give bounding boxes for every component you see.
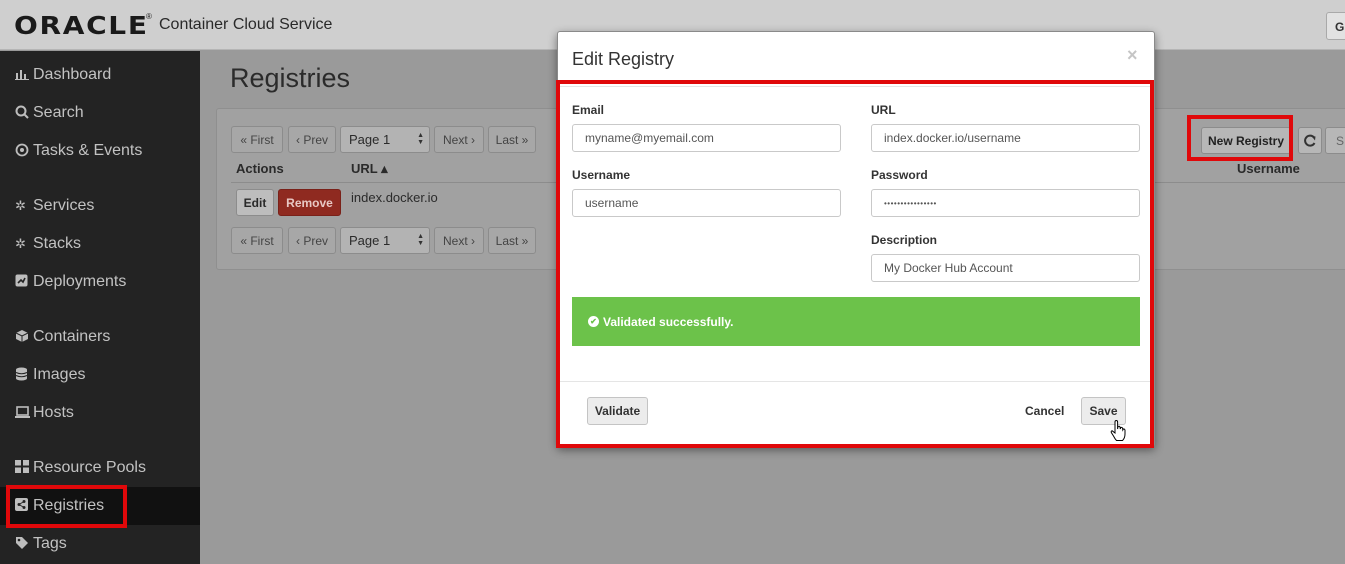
sidebar-item-label: Hosts	[33, 404, 74, 421]
pager-next-button[interactable]: Next ›	[434, 227, 484, 254]
edit-button[interactable]: Edit	[236, 189, 274, 216]
sidebar-item-images[interactable]: Images	[0, 356, 200, 394]
highlight-modal-form	[556, 80, 1154, 448]
sidebar-item-tasks-events[interactable]: Tasks & Events	[0, 132, 200, 170]
pager-last-button[interactable]: Last »	[488, 126, 536, 153]
sidebar-item-dashboard[interactable]: Dashboard	[0, 56, 200, 94]
search-icon	[15, 105, 33, 122]
toolbar-extra-button[interactable]: S	[1325, 127, 1345, 154]
page-select-value: Page 1	[349, 132, 391, 147]
modal-header: Edit Registry ×	[558, 32, 1154, 87]
sidebar-item-label: Deployments	[33, 273, 127, 290]
gear-icon: ✲	[15, 198, 26, 213]
pager-first-button[interactable]: « First	[231, 126, 283, 153]
sidebar-item-deployments[interactable]: Deployments	[0, 263, 200, 301]
pager-prev-button[interactable]: ‹ Prev	[288, 126, 336, 153]
page-select[interactable]: Page 1 ▲ ▼	[340, 227, 430, 254]
highlight-registries-nav	[6, 485, 127, 528]
database-icon	[15, 367, 33, 384]
remove-button[interactable]: Remove	[278, 189, 341, 216]
select-arrows-icon: ▲ ▼	[417, 233, 424, 247]
refresh-button[interactable]	[1298, 127, 1322, 154]
select-arrows-icon: ▲ ▼	[417, 132, 424, 146]
column-header-username[interactable]: Username	[1237, 161, 1300, 176]
target-icon	[15, 143, 33, 160]
bar-chart-icon	[15, 68, 33, 83]
sidebar-item-resource-pools[interactable]: Resource Pools	[0, 449, 200, 487]
trademark-symbol: ®	[146, 12, 152, 21]
sidebar-item-label: Dashboard	[33, 66, 112, 83]
pager-first-button[interactable]: « First	[231, 227, 283, 254]
sidebar-item-label: Search	[33, 104, 84, 121]
close-icon[interactable]: ×	[1127, 45, 1138, 66]
pager-last-button[interactable]: Last »	[488, 227, 536, 254]
pager-prev-button[interactable]: ‹ Prev	[288, 227, 336, 254]
sidebar-item-label: Images	[33, 366, 86, 383]
refresh-icon	[1304, 134, 1316, 147]
deploy-icon	[15, 274, 33, 290]
sidebar-item-containers[interactable]: Containers	[0, 318, 200, 356]
table-cell-url: index.docker.io	[351, 190, 438, 205]
page-select[interactable]: Page 1 ▲ ▼	[340, 126, 430, 153]
sidebar-item-label: Stacks	[33, 235, 82, 252]
sidebar-item-label: Containers	[33, 328, 111, 345]
gears-icon: ✲	[15, 236, 26, 251]
app-title: Container Cloud Service	[159, 16, 333, 33]
grid-icon	[15, 460, 33, 476]
tag-icon	[15, 536, 33, 553]
highlight-new-registry	[1187, 115, 1293, 161]
hand-cursor-icon	[1110, 420, 1126, 441]
sidebar-item-label: Resource Pools	[33, 459, 146, 476]
page-title: Registries	[230, 63, 351, 93]
laptop-icon	[15, 405, 33, 421]
page-select-value: Page 1	[349, 233, 391, 248]
column-header-actions: Actions	[236, 161, 284, 176]
sidebar-item-label: Tags	[33, 535, 67, 552]
sidebar-item-label: Services	[33, 197, 95, 214]
sidebar-item-label: Tasks & Events	[33, 142, 143, 159]
cube-icon	[15, 329, 33, 346]
sidebar-item-tags[interactable]: Tags	[0, 525, 200, 563]
oracle-logo[interactable]: ORACLE	[14, 11, 149, 40]
sidebar-item-search[interactable]: Search	[0, 94, 200, 132]
sidebar-item-services[interactable]: ✲ Services	[0, 187, 200, 225]
pager-next-button[interactable]: Next ›	[434, 126, 484, 153]
modal-title: Edit Registry	[572, 49, 675, 69]
column-header-url[interactable]: URL ▴	[351, 161, 388, 177]
user-menu-button[interactable]: G	[1326, 12, 1345, 40]
sidebar-item-stacks[interactable]: ✲ Stacks	[0, 225, 200, 263]
sidebar-item-hosts[interactable]: Hosts	[0, 394, 200, 432]
